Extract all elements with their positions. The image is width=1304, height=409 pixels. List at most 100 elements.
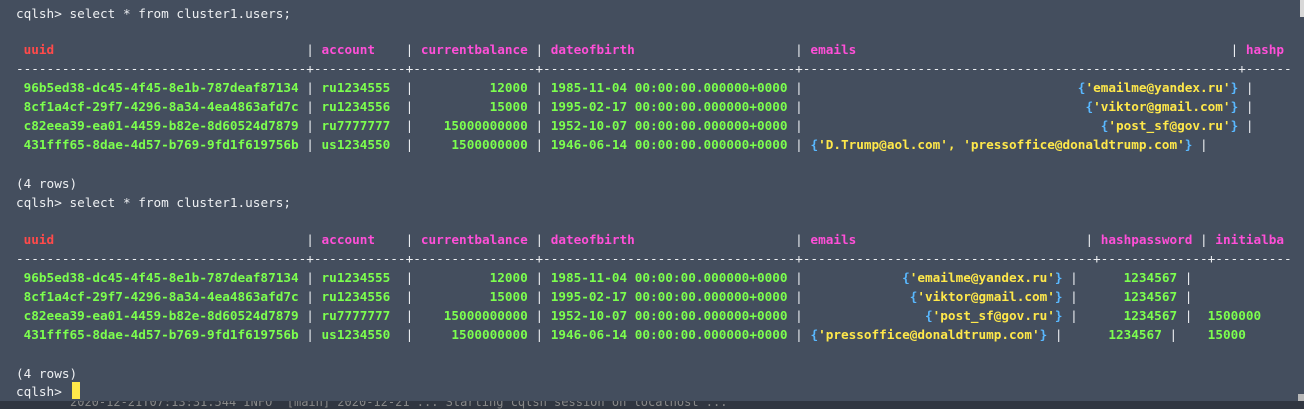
cell-account: ru1234556	[313, 99, 406, 114]
cell-uuid: 8cf1a4cf-29f7-4296-8a34-4ea4863afd7c	[16, 289, 307, 304]
set-close-brace: }	[1054, 270, 1063, 285]
cell-account: ru1234555	[313, 80, 406, 95]
cell-account: us1234550	[313, 327, 406, 342]
cell-hashpassword: 1234567	[1077, 270, 1185, 285]
log-output-strip: 2020-12-21T07:13:31.544 INFO [main] 2020…	[0, 401, 1304, 409]
table-row: 431fff65-8dae-4d57-b769-9fd1f619756b | u…	[16, 325, 1246, 344]
set-open-brace: {	[810, 137, 819, 152]
row-tail: |	[1238, 99, 1254, 114]
cell-account: ru1234555	[313, 270, 406, 285]
cell-uuid: 96b5ed38-dc45-4f45-8e1b-787deaf87134	[16, 80, 307, 95]
pipe: |	[535, 289, 544, 304]
prompt: cqlsh>	[16, 6, 70, 21]
col-uuid: uuid	[16, 232, 307, 247]
row-tail: |	[1238, 118, 1254, 133]
row-count: (4 rows)	[16, 176, 78, 191]
scrollbar-thumb[interactable]	[1300, 0, 1304, 17]
row-tail: |	[1238, 80, 1254, 95]
pipe: |	[535, 80, 544, 95]
table-header-row: uuid | account | currentbalance | dateof…	[16, 230, 1284, 249]
cell-uuid: c82eea39-ea01-4459-b82e-8d60524d7879	[16, 118, 307, 133]
cell-account: ru7777777	[313, 118, 406, 133]
pipe: |	[306, 308, 314, 323]
cell-hashpassword: 1234567	[1077, 308, 1185, 323]
pipe: |	[795, 137, 803, 152]
pipe: |	[795, 42, 803, 57]
pipe: |	[535, 99, 544, 114]
cell-uuid: 96b5ed38-dc45-4f45-8e1b-787deaf87134	[16, 270, 307, 285]
pipe: |	[306, 118, 314, 133]
set-close-brace: }	[1054, 289, 1063, 304]
col-currentbalance: currentbalance	[413, 42, 536, 57]
command-line: cqlsh> select * from cluster1.users;	[16, 193, 291, 212]
pipe: |	[306, 232, 314, 247]
command-line[interactable]: cqlsh>	[16, 382, 69, 401]
pipe: |	[535, 232, 544, 247]
pipe: |	[306, 42, 314, 57]
pipe: |	[1062, 270, 1078, 285]
col-dateofbirth: dateofbirth	[543, 42, 796, 57]
pipe: |	[795, 289, 803, 304]
table-row: c82eea39-ea01-4459-b82e-8d60524d7879 | r…	[16, 306, 1262, 325]
pipe: |	[795, 270, 803, 285]
cell-emails: 'emailme@yandex.ru'	[909, 270, 1055, 285]
cell-dob: 1995-02-17 00:00:00.000000+0000	[543, 289, 796, 304]
cell-dob: 1946-06-14 00:00:00.000000+0000	[543, 137, 796, 152]
cell-emails: 'emailme@yandex.ru'	[1085, 80, 1231, 95]
cell-emails: 'viktor@gmail.com'	[1093, 99, 1231, 114]
pipe: |	[306, 289, 314, 304]
col-uuid: uuid	[16, 42, 307, 57]
table-separator: --------------------------------------+-…	[16, 61, 1292, 76]
pipe: |	[535, 42, 544, 57]
cell-uuid: 8cf1a4cf-29f7-4296-8a34-4ea4863afd7c	[16, 99, 307, 114]
pipe: |	[306, 270, 314, 285]
cell-emails-pad	[803, 270, 902, 285]
pipe: |	[535, 270, 544, 285]
table-header-row: uuid | account | currentbalance | dateof…	[16, 40, 1284, 59]
pipe: |	[795, 80, 803, 95]
row-tail: |	[1192, 137, 1208, 152]
col-hashpassword-truncated: hashp	[1238, 42, 1285, 57]
cell-uuid: 431fff65-8dae-4d57-b769-9fd1f619756b	[16, 327, 307, 342]
pipe: |	[306, 137, 314, 152]
terminal-window[interactable]: cqlsh> select * from cluster1.users; uui…	[0, 0, 1304, 409]
pipe: |	[1062, 308, 1078, 323]
pipe: |	[306, 327, 314, 342]
pipe: |	[535, 327, 544, 342]
cell-balance: 12000	[413, 270, 536, 285]
command-text: select * from cluster1.users;	[69, 195, 292, 210]
cell-emails-pad	[803, 99, 1078, 114]
cell-dob: 1995-02-17 00:00:00.000000+0000	[543, 99, 796, 114]
text-cursor	[72, 382, 80, 399]
cell-initialbalance	[1192, 270, 1268, 285]
cell-balance: 15000	[413, 99, 536, 114]
cell-uuid: 431fff65-8dae-4d57-b769-9fd1f619756b	[16, 137, 307, 152]
table-separator: --------------------------------------+-…	[16, 251, 1292, 266]
command-line: cqlsh> select * from cluster1.users;	[16, 4, 291, 23]
cell-emails: 'post_sf@gov.ru'	[932, 308, 1055, 323]
cell-account: ru1234556	[313, 289, 406, 304]
row-count: (4 rows)	[16, 366, 78, 381]
cell-dob: 1952-10-07 00:00:00.000000+0000	[543, 308, 796, 323]
cell-emails-pad-extra	[1078, 118, 1101, 133]
cell-emails: 'post_sf@gov.ru'	[1108, 118, 1231, 133]
cell-uuid: c82eea39-ea01-4459-b82e-8d60524d7879	[16, 308, 307, 323]
pipe: |	[795, 327, 803, 342]
cell-hashpassword: 1234567	[1062, 327, 1170, 342]
set-open-brace: {	[810, 327, 819, 342]
pipe: |	[535, 308, 544, 323]
cell-balance: 15000000000	[413, 118, 536, 133]
pipe: |	[795, 232, 803, 247]
cell-account: ru7777777	[313, 308, 406, 323]
cell-initialbalance: 15000	[1177, 327, 1246, 342]
cell-balance: 12000	[413, 80, 536, 95]
pipe: |	[795, 99, 803, 114]
cell-emails: 'viktor@gmail.com'	[917, 289, 1055, 304]
cell-balance: 15000	[413, 289, 536, 304]
cell-balance: 15000000000	[413, 308, 536, 323]
col-dateofbirth: dateofbirth	[543, 232, 796, 247]
cell-dob: 1985-11-04 00:00:00.000000+0000	[543, 270, 796, 285]
table-row: 8cf1a4cf-29f7-4296-8a34-4ea4863afd7c | r…	[16, 97, 1254, 116]
pipe: |	[1169, 327, 1178, 342]
set-open-brace: {	[902, 270, 910, 285]
